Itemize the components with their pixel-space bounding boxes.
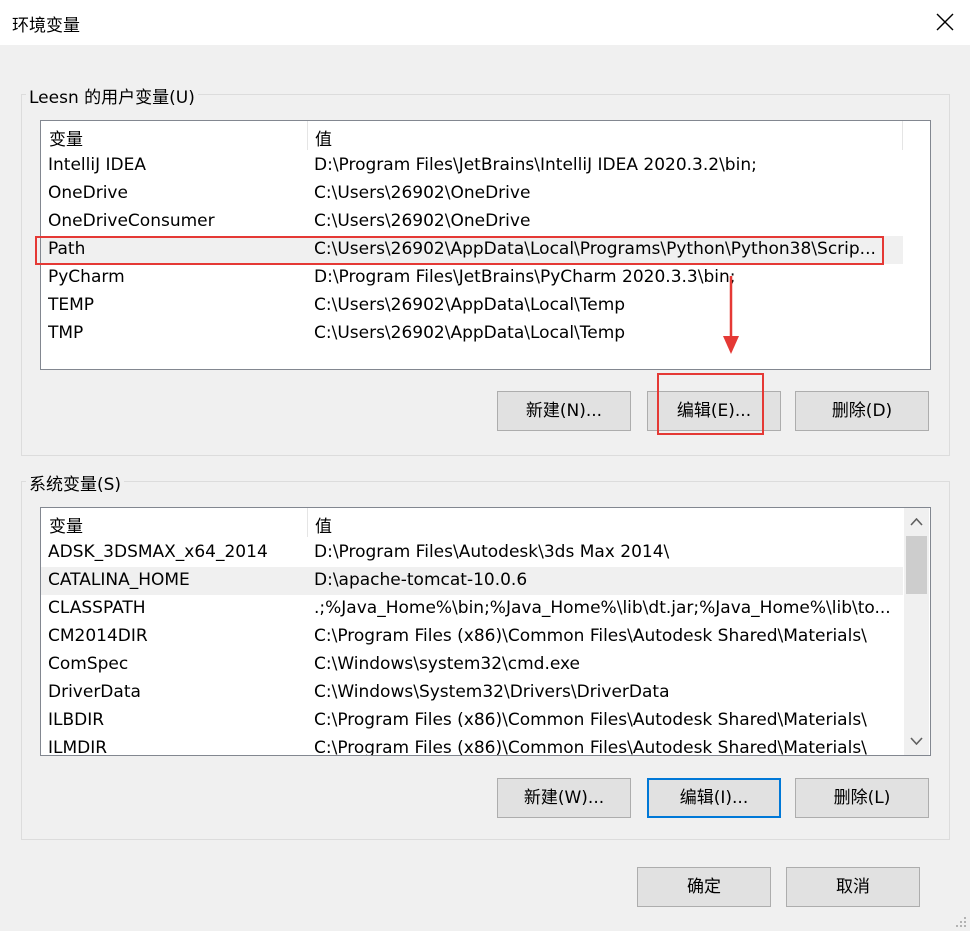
system-vars-list[interactable]: 变量 值 ADSK_3DSMAX_x64_2014 D:\Program File… xyxy=(40,507,931,756)
table-row[interactable]: ADSK_3DSMAX_x64_2014 D:\Program Files\Aut… xyxy=(41,539,903,567)
ok-button[interactable]: 确定 xyxy=(637,867,771,907)
list-header: 变量 值 xyxy=(41,121,930,150)
variable-name: CM2014DIR xyxy=(48,626,148,646)
table-row[interactable]: PyCharm D:\Program Files\JetBrains\PyChar… xyxy=(41,264,903,292)
variable-name: DriverData xyxy=(48,682,141,702)
column-header-value[interactable]: 值 xyxy=(315,512,332,537)
table-row[interactable]: OneDrive C:\Users\26902\OneDrive xyxy=(41,180,903,208)
variable-name: PyCharm xyxy=(48,267,125,287)
path-row-highlight xyxy=(35,236,884,265)
variable-name: ComSpec xyxy=(48,654,129,674)
table-row[interactable]: IntelliJ IDEA D:\Program Files\JetBrains\… xyxy=(41,152,903,180)
user-vars-label: Leesn 的用户变量(U) xyxy=(26,83,198,108)
table-row[interactable]: ComSpec C:\Windows\system32\cmd.exe xyxy=(41,651,903,679)
variable-value: C:\Program Files (x86)\Common Files\Auto… xyxy=(314,738,867,756)
scroll-up-icon[interactable] xyxy=(910,518,923,526)
scrollbar-thumb[interactable] xyxy=(906,536,927,594)
variable-name: CLASSPATH xyxy=(48,598,146,618)
variable-name: CATALINA_HOME xyxy=(48,570,190,590)
column-header-name[interactable]: 变量 xyxy=(49,125,83,150)
list-header: 变量 值 xyxy=(41,508,930,537)
system-edit-button[interactable]: 编辑(I)... xyxy=(647,778,781,818)
variable-value: C:\Users\26902\OneDrive xyxy=(314,183,531,203)
user-delete-button[interactable]: 删除(D) xyxy=(795,391,929,431)
variable-name: TMP xyxy=(48,323,84,343)
table-row[interactable]: DriverData C:\Windows\System32\Drivers\Dr… xyxy=(41,679,903,707)
variable-value: C:\Program Files (x86)\Common Files\Auto… xyxy=(314,626,867,646)
variable-value: C:\Users\26902\OneDrive xyxy=(314,211,531,231)
variable-name: TEMP xyxy=(48,295,95,315)
table-row[interactable]: TEMP C:\Users\26902\AppData\Local\Temp xyxy=(41,292,903,320)
table-row[interactable]: OneDriveConsumer C:\Users\26902\OneDrive xyxy=(41,208,903,236)
system-vars-label: 系统变量(S) xyxy=(26,470,125,495)
variable-value: D:\Program Files\Autodesk\3ds Max 2014\ xyxy=(314,542,670,562)
table-row[interactable]: CLASSPATH .;%Java_Home%\bin;%Java_Home%\l… xyxy=(41,595,903,623)
close-icon xyxy=(936,13,954,31)
variable-value: C:\Users\26902\AppData\Local\Temp xyxy=(314,295,626,315)
system-new-button[interactable]: 新建(W)... xyxy=(497,778,631,818)
variable-name: ILBDIR xyxy=(48,710,105,730)
column-header-value[interactable]: 值 xyxy=(315,125,332,150)
window-title: 环境变量 xyxy=(12,16,80,36)
column-header-name[interactable]: 变量 xyxy=(49,512,83,537)
variable-name: OneDrive xyxy=(48,183,128,203)
scroll-down-icon[interactable] xyxy=(910,737,923,745)
table-row[interactable]: TMP C:\Users\26902\AppData\Local\Temp xyxy=(41,320,903,348)
variable-value: C:\Program Files (x86)\Common Files\Auto… xyxy=(314,710,867,730)
variable-name: ADSK_3DSMAX_x64_2014 xyxy=(48,542,268,562)
variable-name: IntelliJ IDEA xyxy=(48,155,146,175)
resize-grip-icon[interactable] xyxy=(954,915,968,929)
table-row[interactable]: CATALINA_HOME D:\apache-tomcat-10.0.6 xyxy=(41,567,903,595)
variable-value: D:\Program Files\JetBrains\IntelliJ IDEA… xyxy=(314,155,757,175)
variable-value: D:\apache-tomcat-10.0.6 xyxy=(314,570,528,590)
arrow-down-annotation xyxy=(723,276,739,354)
edit-button-highlight xyxy=(657,373,764,435)
variable-value: .;%Java_Home%\bin;%Java_Home%\lib\dt.jar… xyxy=(314,598,891,618)
title-bar: 环境变量 xyxy=(0,0,970,45)
variable-value: C:\Windows\system32\cmd.exe xyxy=(314,654,581,674)
variable-value: C:\Windows\System32\Drivers\DriverData xyxy=(314,682,670,702)
variable-value: D:\Program Files\JetBrains\PyCharm 2020.… xyxy=(314,267,736,287)
variable-value: C:\Users\26902\AppData\Local\Temp xyxy=(314,323,626,343)
variable-name: OneDriveConsumer xyxy=(48,211,215,231)
user-new-button[interactable]: 新建(N)... xyxy=(497,391,631,431)
table-row[interactable]: ILMDIR C:\Program Files (x86)\Common File… xyxy=(41,735,903,756)
cancel-button[interactable]: 取消 xyxy=(786,867,920,907)
table-row[interactable]: ILBDIR C:\Program Files (x86)\Common File… xyxy=(41,707,903,735)
variable-name: ILMDIR xyxy=(48,738,108,756)
system-delete-button[interactable]: 删除(L) xyxy=(795,778,929,818)
close-button[interactable] xyxy=(920,0,970,45)
vertical-scrollbar[interactable] xyxy=(904,508,929,755)
table-row[interactable]: CM2014DIR C:\Program Files (x86)\Common F… xyxy=(41,623,903,651)
